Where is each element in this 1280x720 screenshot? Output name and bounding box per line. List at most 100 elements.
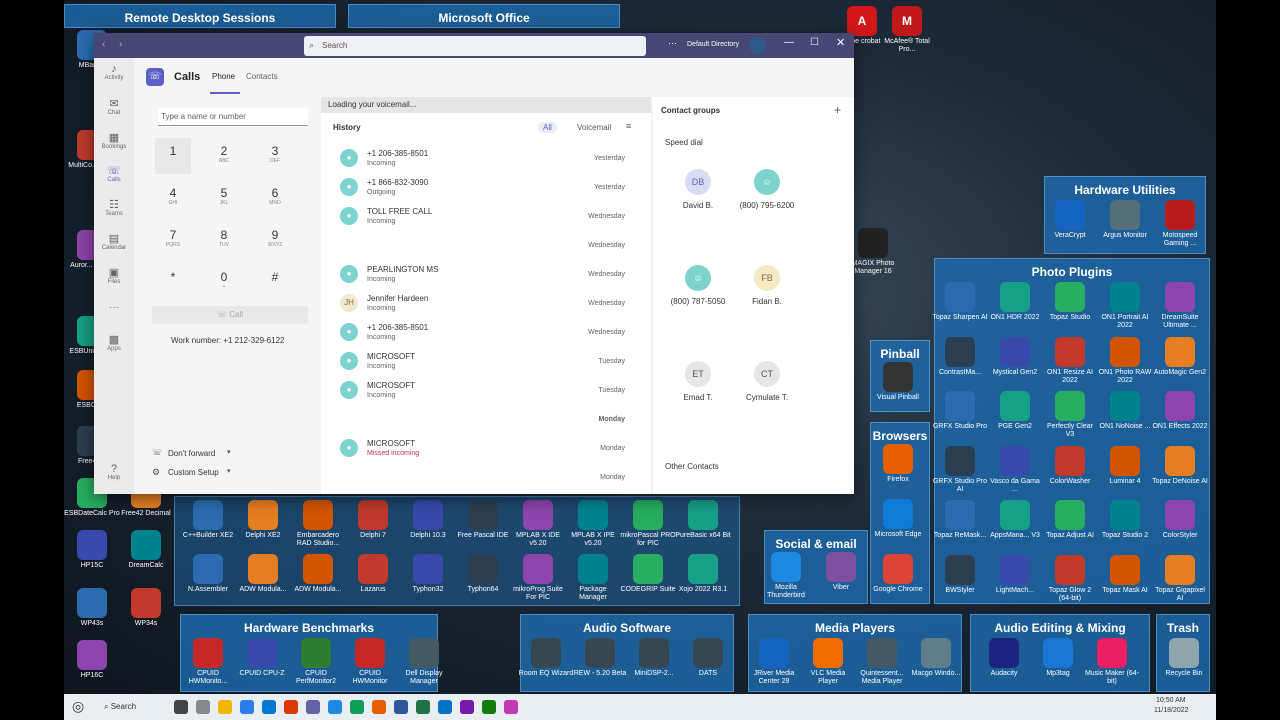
table-row[interactable]: ● +1 206-385-8501 Incoming Yesterday bbox=[325, 149, 625, 177]
filter-all[interactable]: All bbox=[538, 122, 557, 133]
desktop-icon[interactable]: ColorStyler bbox=[1152, 500, 1208, 540]
desktop-icon[interactable]: Topaz Mask AI bbox=[1097, 554, 1153, 595]
desktop-icon[interactable]: WP43s bbox=[64, 588, 120, 628]
desktop-icon[interactable]: Topaz ReMask... bbox=[932, 500, 988, 540]
desktop-icon[interactable]: Firefox bbox=[870, 444, 926, 484]
desktop-icon[interactable]: ON1 Resize AI 2022 bbox=[1042, 336, 1098, 385]
avatar[interactable] bbox=[749, 37, 766, 54]
rail-item-activity[interactable]: ♪ Activity bbox=[94, 63, 134, 81]
table-row[interactable]: ● MICROSOFT Incoming Tuesday bbox=[325, 352, 625, 380]
key-4[interactable]: 4 GHI bbox=[155, 180, 191, 206]
desktop-icon[interactable]: HP16C bbox=[64, 640, 120, 680]
dial-input[interactable]: Type a name or number bbox=[158, 108, 308, 126]
taskbar-app-icon[interactable] bbox=[218, 700, 232, 714]
speed-dial-item[interactable]: ☺ (800) 787-5050 bbox=[658, 265, 738, 306]
desktop-icon[interactable]: Typhon32 bbox=[400, 554, 456, 594]
rail-item-calendar[interactable]: ▤ Calendar bbox=[94, 232, 134, 251]
desktop-icon[interactable]: Motospeed Gaming ... bbox=[1152, 200, 1208, 248]
desktop-icon[interactable]: CPUID PerfMonitor2 bbox=[288, 638, 344, 686]
desktop-icon[interactable]: Music Maker (64-bit) bbox=[1084, 638, 1140, 686]
desktop-icon[interactable]: Topaz Sharpen AI bbox=[932, 282, 988, 322]
key-2[interactable]: 2 ABC bbox=[206, 138, 242, 164]
desktop-icon[interactable]: Topaz Adjust AI bbox=[1042, 500, 1098, 540]
desktop-icon[interactable]: DreamSuite Ultimate ... bbox=[1152, 282, 1208, 330]
start-icon[interactable]: ◎ bbox=[72, 698, 84, 715]
desktop-icon[interactable]: Microsoft Edge bbox=[870, 499, 926, 539]
desktop-icon[interactable]: ADW Modula... bbox=[235, 554, 291, 594]
desktop-icon[interactable]: Embarcadero RAD Studio... bbox=[290, 500, 346, 548]
table-row[interactable]: JH Jennifer Hardeen Incoming Wednesday bbox=[325, 294, 625, 322]
table-row[interactable]: Wednesday bbox=[325, 236, 625, 264]
table-row[interactable]: ● MICROSOFT Missed incoming Monday bbox=[325, 439, 625, 467]
desktop-icon[interactable]: Topaz Studio bbox=[1042, 282, 1098, 322]
taskbar-app-icon[interactable] bbox=[482, 700, 496, 714]
desktop-icon[interactable]: Delphi XE2 bbox=[235, 500, 291, 540]
table-row[interactable]: ● MICROSOFT Incoming Tuesday bbox=[325, 381, 625, 409]
taskbar-app-icon[interactable] bbox=[372, 700, 386, 714]
desktop-icon[interactable]: MPLAB X IDE v5.20 bbox=[510, 500, 566, 548]
taskbar-app-icon[interactable] bbox=[504, 700, 518, 714]
desktop-icon[interactable]: Topaz DeNoise AI bbox=[1152, 445, 1208, 486]
rail-item-teams[interactable]: ☷ Teams bbox=[94, 198, 134, 217]
desktop-icon[interactable]: WP34s bbox=[118, 588, 174, 628]
directory-label[interactable]: Default Directory bbox=[687, 41, 739, 48]
desktop-icon[interactable]: CPUID CPU-Z bbox=[234, 638, 290, 678]
desktop-icon[interactable]: DATS bbox=[680, 638, 736, 678]
rail-item-bookings[interactable]: ▦ Bookings bbox=[94, 131, 134, 150]
key-8[interactable]: 8 TUV bbox=[206, 222, 242, 248]
taskbar-app-icon[interactable] bbox=[416, 700, 430, 714]
desktop-icon[interactable]: JRiver Media Center 28 bbox=[746, 638, 802, 686]
desktop-icon[interactable]: Mozilla Thunderbird bbox=[758, 552, 814, 600]
desktop-icon[interactable]: CPUID HWMonitor bbox=[342, 638, 398, 686]
desktop-icon[interactable]: Perfectly Clear V3 bbox=[1042, 391, 1098, 439]
key-3[interactable]: 3 DEF bbox=[257, 138, 293, 164]
desktop-icon[interactable]: MPLAB X IPE v5.20 bbox=[565, 500, 621, 548]
desktop-icon[interactable]: VeraCrypt bbox=[1042, 200, 1098, 240]
desktop-icon[interactable]: Recycle Bin bbox=[1156, 638, 1212, 678]
key-5[interactable]: 5 JKL bbox=[206, 180, 242, 206]
desktop-icon[interactable]: Typhon64 bbox=[455, 554, 511, 594]
table-row[interactable]: Monday bbox=[325, 410, 625, 438]
desktop-icon[interactable]: PureBasic x64 Bit bbox=[675, 500, 731, 540]
desktop-icon[interactable]: MiniDSP-2... bbox=[626, 638, 682, 678]
chevron-down-icon[interactable]: ▾ bbox=[227, 467, 231, 475]
add-icon[interactable]: + bbox=[834, 103, 841, 117]
rail-item-files[interactable]: ▣ Files bbox=[94, 266, 134, 285]
speed-dial-item[interactable]: DB David B. bbox=[658, 169, 738, 210]
table-row[interactable]: ● TOLL FREE CALL Incoming Wednesday bbox=[325, 207, 625, 235]
rail-item-help[interactable]: ? Help bbox=[94, 463, 134, 481]
taskbar-app-icon[interactable] bbox=[460, 700, 474, 714]
desktop-icon[interactable]: ON1 Portrait AI 2022 bbox=[1097, 282, 1153, 330]
desktop-icon[interactable]: Visual Pinball bbox=[870, 362, 926, 402]
taskbar-app-icon[interactable] bbox=[438, 700, 452, 714]
desktop-icon[interactable]: ColorWasher bbox=[1042, 445, 1098, 486]
speed-dial-item[interactable]: ☺ (800) 795-6200 bbox=[727, 169, 807, 210]
taskbar-app-icon[interactable] bbox=[240, 700, 254, 714]
desktop-icon[interactable]: Dell Display Manager bbox=[396, 638, 452, 686]
desktop-icon[interactable]: Macgo Windo... bbox=[908, 638, 964, 678]
desktop-icon[interactable]: Mystical Gen2 bbox=[987, 336, 1043, 377]
desktop-icon[interactable]: Vasco da Gama ... bbox=[987, 445, 1043, 494]
key-0[interactable]: 0 + bbox=[206, 264, 242, 290]
desktop-icon[interactable]: Delphi 7 bbox=[345, 500, 401, 540]
table-row[interactable]: ● PEARLINGTON MS Incoming Wednesday bbox=[325, 265, 625, 293]
desktop-icon[interactable]: mikroPascal PRO for PIC bbox=[620, 500, 676, 548]
desktop-icon[interactable]: AutoMagic Gen2 bbox=[1152, 336, 1208, 377]
desktop-icon[interactable]: CODEGRIP Suite bbox=[620, 554, 676, 594]
taskbar-app-icon[interactable] bbox=[262, 700, 276, 714]
desktop-icon[interactable]: LightMach... bbox=[987, 554, 1043, 595]
rail-item-chat[interactable]: ✉ Chat bbox=[94, 97, 134, 116]
desktop-icon[interactable]: Quintessent... Media Player bbox=[854, 638, 910, 686]
desktop-icon[interactable]: REW - 5.20 Beta bbox=[572, 638, 628, 678]
taskbar-app-icon[interactable] bbox=[328, 700, 342, 714]
search-input[interactable]: ⌕ Search bbox=[304, 36, 646, 56]
desktop-icon[interactable]: ContrastMa... bbox=[932, 336, 988, 377]
desktop-icon-mcafee[interactable]: M McAfee® Total Pro... bbox=[879, 6, 935, 54]
desktop-icon[interactable]: DreamCalc bbox=[118, 530, 174, 570]
desktop-icon[interactable]: Lazarus bbox=[345, 554, 401, 594]
taskbar-app-icon[interactable] bbox=[196, 700, 210, 714]
desktop-icon[interactable]: mikroProg Suite For PIC bbox=[510, 554, 566, 602]
back-icon[interactable]: ‹ bbox=[102, 39, 105, 50]
desktop-icon[interactable]: BWStyler bbox=[932, 554, 988, 595]
desktop-icon[interactable]: Google Chrome bbox=[870, 554, 926, 594]
